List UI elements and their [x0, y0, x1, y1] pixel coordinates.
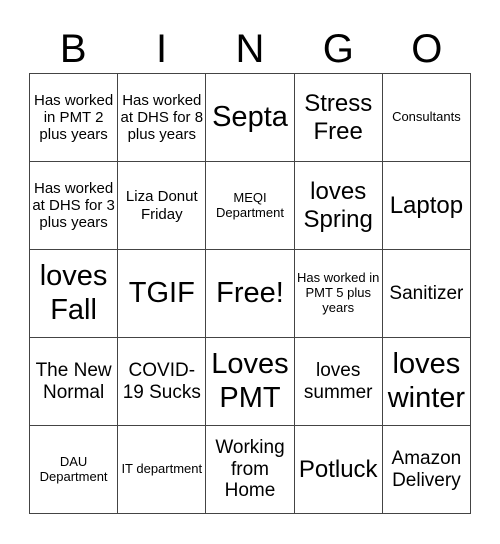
cell-text: TGIF: [128, 276, 195, 309]
bingo-cell[interactable]: DAU Department: [30, 426, 119, 514]
cell-text: COVID-19 Sucks: [122, 359, 201, 403]
bingo-cell[interactable]: Has worked in PMT 2 plus years: [30, 74, 119, 162]
bingo-cell[interactable]: MEQI Department: [206, 162, 295, 250]
cell-text: Consultants: [392, 109, 461, 125]
cell-text: loves Spring: [303, 177, 373, 233]
bingo-grid: Has worked in PMT 2 plus years Has worke…: [29, 73, 471, 514]
cell-text: Potluck: [298, 455, 378, 483]
header-letter-n: N: [235, 27, 265, 71]
bingo-cell[interactable]: Stress Free: [294, 74, 383, 162]
cell-text: Liza Donut Friday: [125, 188, 198, 223]
cell-text: loves summer: [303, 359, 373, 403]
bingo-cell[interactable]: Laptop: [382, 162, 471, 250]
bingo-cell[interactable]: Liza Donut Friday: [118, 162, 207, 250]
cell-text: Has worked in PMT 2 plus years: [33, 91, 114, 144]
header-letter-b: B: [59, 27, 87, 71]
bingo-cell[interactable]: Amazon Delivery: [382, 426, 471, 514]
cell-text: loves winter: [387, 348, 466, 414]
cell-text: Has worked at DHS for 3 plus years: [32, 179, 115, 232]
header-letter-i: I: [156, 27, 168, 71]
cell-text: Working from Home: [215, 436, 285, 502]
cell-text: Loves PMT: [211, 348, 289, 414]
bingo-cell[interactable]: Septa: [206, 74, 295, 162]
bingo-cell[interactable]: Has worked at DHS for 8 plus years: [118, 74, 207, 162]
cell-text: Laptop: [389, 191, 464, 219]
cell-text: The New Normal: [35, 359, 112, 403]
cell-text: Stress Free: [304, 89, 373, 145]
bingo-cell[interactable]: Has worked in PMT 5 plus years: [294, 250, 383, 338]
cell-text: loves Fall: [39, 260, 108, 326]
cell-text: IT department: [121, 461, 203, 477]
cell-text: Septa: [212, 100, 288, 133]
cell-text: Has worked in PMT 5 plus years: [297, 270, 380, 315]
bingo-cell[interactable]: loves summer: [294, 338, 383, 426]
bingo-cell[interactable]: Sanitizer: [382, 250, 471, 338]
cell-text: Amazon Delivery: [391, 447, 462, 491]
cell-text: MEQI Department: [216, 189, 284, 220]
header-letter-o: O: [411, 27, 443, 71]
bingo-cell[interactable]: The New Normal: [30, 338, 119, 426]
free-space-cell[interactable]: Free!: [206, 250, 295, 338]
bingo-cell[interactable]: IT department: [118, 426, 207, 514]
bingo-cell[interactable]: Consultants: [382, 74, 471, 162]
cell-text: Free!: [216, 276, 284, 309]
bingo-cell[interactable]: Has worked at DHS for 3 plus years: [30, 162, 119, 250]
bingo-cell[interactable]: TGIF: [118, 250, 207, 338]
bingo-cell[interactable]: Potluck: [294, 426, 383, 514]
bingo-cell[interactable]: loves Spring: [294, 162, 383, 250]
header-letter-g: G: [322, 27, 354, 71]
bingo-cell[interactable]: loves winter: [382, 338, 471, 426]
bingo-cell[interactable]: COVID-19 Sucks: [118, 338, 207, 426]
bingo-cell[interactable]: Loves PMT: [206, 338, 295, 426]
bingo-cell[interactable]: loves Fall: [30, 250, 119, 338]
cell-text: Sanitizer: [389, 282, 464, 304]
cell-text: DAU Department: [39, 453, 108, 484]
bingo-cell[interactable]: Working from Home: [206, 426, 295, 514]
cell-text: Has worked at DHS for 8 plus years: [120, 91, 204, 144]
bingo-header: B I N G O: [29, 25, 471, 73]
